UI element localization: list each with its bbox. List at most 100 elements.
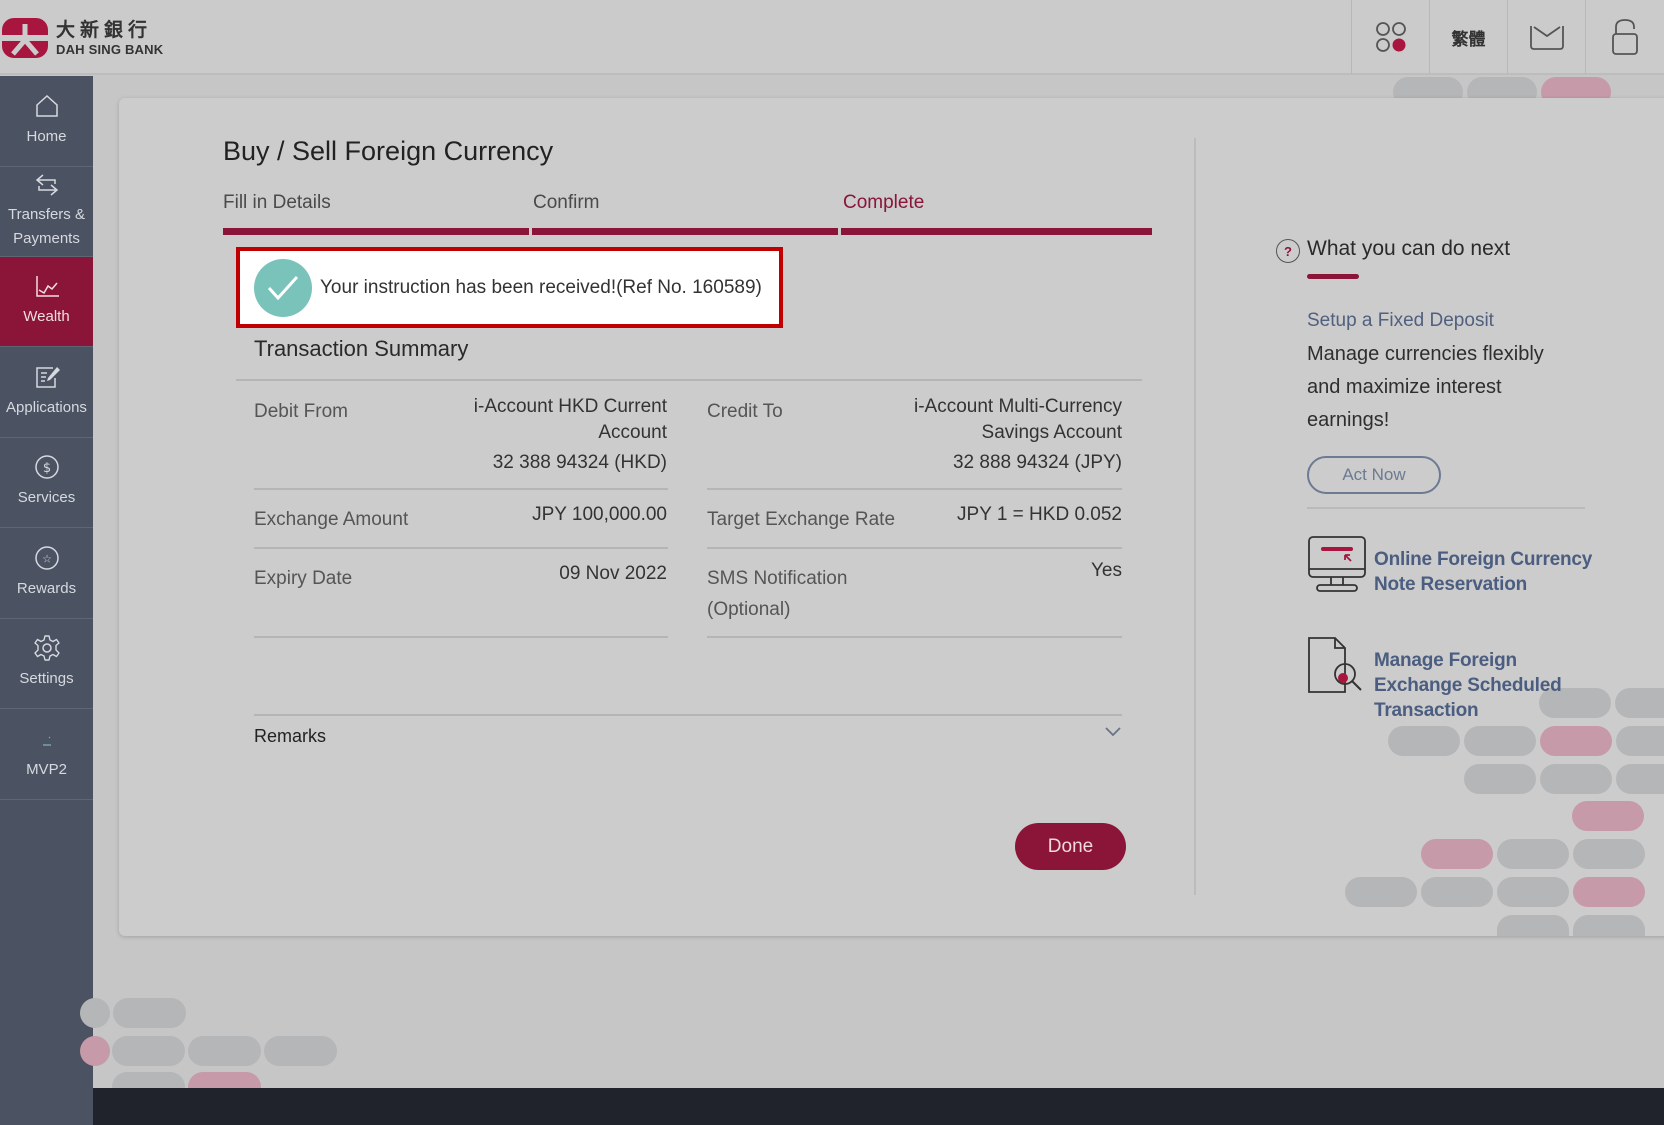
decor-pill xyxy=(1464,764,1536,794)
sms-label-line1: SMS Notification xyxy=(707,563,847,594)
online-fx-note-reservation-link[interactable]: Online Foreign Currency Note Reservation xyxy=(1307,535,1592,597)
check-circle-icon xyxy=(254,259,312,317)
svg-text:$: $ xyxy=(42,461,50,476)
home-icon xyxy=(33,92,61,120)
step-progress-bar-1 xyxy=(223,228,529,235)
setup-fixed-deposit-link[interactable]: Setup a Fixed Deposit xyxy=(1307,310,1494,332)
sidebar-item-label: Home xyxy=(26,124,66,150)
footer-bar xyxy=(93,1088,1664,1125)
decor-pill xyxy=(1421,877,1493,907)
fixed-deposit-description: Manage currencies flexibly and maximize … xyxy=(1307,338,1577,437)
svg-text:☆: ☆ xyxy=(42,552,52,565)
credit-account-number: 32 888 94324 (JPY) xyxy=(849,450,1122,476)
sidebar-item-wealth[interactable]: Wealth xyxy=(0,257,93,348)
decor-pill xyxy=(1573,839,1645,869)
row-divider xyxy=(707,488,1122,490)
sidebar-item-rewards[interactable]: ☆ Rewards xyxy=(0,528,93,619)
sidebar-nav: Home Transfers & Payments Wealth Applica… xyxy=(0,76,93,1125)
debit-account-name-cont: Account xyxy=(459,420,667,446)
mail-icon xyxy=(1528,22,1566,52)
sidebar-item-label: Settings xyxy=(19,666,73,692)
step-complete: Complete xyxy=(843,192,924,214)
decor-pill xyxy=(1345,877,1417,907)
mail-button[interactable] xyxy=(1507,0,1585,74)
expiry-date-label: Expiry Date xyxy=(254,563,352,594)
sidebar-item-applications[interactable]: Applications xyxy=(0,347,93,438)
credit-to-value: i-Account Multi-Currency Savings Account… xyxy=(849,394,1122,476)
decor-pill xyxy=(1497,877,1569,907)
step-progress-bar-3 xyxy=(841,228,1152,235)
bank-logo[interactable]: 大新銀行 DAH SING BANK xyxy=(2,18,163,58)
row-divider xyxy=(254,636,668,638)
language-toggle-button[interactable]: 繁體 xyxy=(1429,0,1507,74)
row-divider xyxy=(707,636,1122,638)
sidebar-item-home[interactable]: Home xyxy=(0,76,93,167)
logo-english-text: DAH SING BANK xyxy=(56,43,163,56)
step-progress-bar-2 xyxy=(532,228,838,235)
edit-form-icon xyxy=(33,363,61,391)
sidebar-item-services[interactable]: $ Services xyxy=(0,438,93,529)
unlock-icon xyxy=(1610,18,1640,56)
sidebar-item-label: Transfers & xyxy=(8,203,85,227)
dollar-circle-icon: $ xyxy=(33,453,61,481)
decor-pill xyxy=(113,998,186,1028)
decor-pill xyxy=(1464,726,1536,756)
debit-from-value: i-Account HKD Current Account 32 388 943… xyxy=(459,394,667,476)
page-title: Buy / Sell Foreign Currency xyxy=(223,136,553,167)
service-title-line3: Transaction xyxy=(1374,698,1562,723)
dah-sing-logo-icon xyxy=(2,18,48,58)
logout-button[interactable] xyxy=(1585,0,1663,74)
success-banner: Your instruction has been received!(Ref … xyxy=(236,247,783,328)
decor-pill xyxy=(1540,764,1612,794)
sms-notification-label: SMS Notification (Optional) xyxy=(707,563,847,625)
sidebar-item-label: Wealth xyxy=(23,304,69,330)
decor-pill xyxy=(112,1036,185,1066)
decor-pill xyxy=(1616,764,1664,794)
decor-pill xyxy=(1497,915,1569,936)
transaction-summary-title: Transaction Summary xyxy=(254,336,468,362)
decor-pill xyxy=(80,998,110,1028)
decor-pill xyxy=(1540,726,1612,756)
success-message: Your instruction has been received!(Ref … xyxy=(320,277,762,299)
row-divider xyxy=(707,547,1122,549)
sidebar-item-label: Applications xyxy=(6,395,87,421)
sidebar-item-settings[interactable]: Settings xyxy=(0,619,93,710)
question-icon: ? xyxy=(1276,239,1300,263)
apps-grid-icon xyxy=(1375,21,1407,53)
manage-fx-scheduled-transaction-link[interactable]: Manage Foreign Exchange Scheduled Transa… xyxy=(1307,636,1562,723)
apps-button[interactable] xyxy=(1351,0,1429,74)
gear-icon xyxy=(33,634,61,662)
decor-pill xyxy=(80,1036,110,1066)
exchange-amount-label: Exchange Amount xyxy=(254,504,408,535)
service-title-line1: Online Foreign Currency xyxy=(1374,547,1592,572)
remarks-toggle[interactable]: Remarks xyxy=(254,726,326,747)
next-steps-underline xyxy=(1307,274,1359,279)
chart-line-icon xyxy=(33,272,61,300)
sidebar-item-label: MVP2 xyxy=(26,757,67,783)
decor-pill xyxy=(1616,726,1664,756)
credit-account-name: i-Account Multi-Currency xyxy=(849,394,1122,420)
expiry-date-value: 09 Nov 2022 xyxy=(459,561,667,587)
sidebar-item-label-line2: Payments xyxy=(13,227,80,251)
service-title-line2: Exchange Scheduled xyxy=(1374,673,1562,698)
panel-divider xyxy=(1194,138,1196,895)
service-title-line2: Note Reservation xyxy=(1374,572,1592,597)
decor-pill xyxy=(1497,839,1569,869)
top-header: 大新銀行 DAH SING BANK 繁體 xyxy=(0,0,1664,75)
transfer-icon xyxy=(33,171,61,199)
logo-chinese-text: 大新銀行 xyxy=(56,21,163,40)
sidebar-item-transfers-payments[interactable]: Transfers & Payments xyxy=(0,167,93,257)
act-now-button[interactable]: Act Now xyxy=(1307,456,1441,494)
next-panel-divider xyxy=(1307,507,1585,509)
chevron-down-icon[interactable] xyxy=(1104,726,1122,738)
done-button[interactable]: Done xyxy=(1015,823,1126,870)
star-circle-icon: ☆ xyxy=(33,544,61,572)
sidebar-item-mvp2[interactable]: MVP2 xyxy=(0,709,93,800)
monitor-icon xyxy=(1307,535,1367,595)
decor-pill xyxy=(1573,915,1645,936)
decor-pill xyxy=(1615,688,1664,718)
mvp-icon xyxy=(33,725,61,753)
remarks-divider xyxy=(254,714,1122,716)
step-confirm: Confirm xyxy=(533,192,600,214)
decor-pill xyxy=(1421,839,1493,869)
